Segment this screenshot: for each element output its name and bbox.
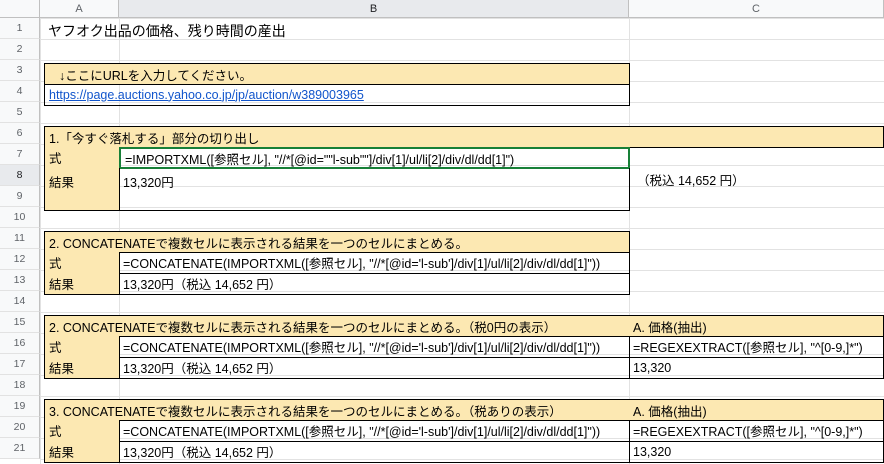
select-all-corner[interactable] [0, 0, 40, 18]
row-header-10[interactable]: 10 [0, 207, 40, 228]
section-1-formula-label[interactable]: 式 [44, 147, 120, 169]
row-header-15[interactable]: 15 [0, 312, 40, 333]
row-header-19[interactable]: 19 [0, 396, 40, 417]
section-3-heading-c[interactable]: A. 価格(抽出) [629, 315, 884, 337]
section-4-result-c[interactable]: 13,320 [629, 441, 884, 463]
row-header-13[interactable]: 13 [0, 270, 40, 291]
row-header-11[interactable]: 11 [0, 228, 40, 249]
row-header-3[interactable]: 3 [0, 60, 40, 81]
sheet-title[interactable]: ヤフオク出品の価格、残り時間の産出 [44, 18, 544, 44]
section-3-result-label[interactable]: 結果 [44, 357, 120, 379]
section-3-formula[interactable]: =CONCATENATE(IMPORTXML([参照セル], "//*[@id=… [119, 336, 630, 358]
url-link[interactable]: https://page.auctions.yahoo.co.jp/jp/auc… [49, 88, 364, 102]
section-2-result[interactable]: 13,320円（税込 14,652 円） [119, 273, 630, 295]
section-2-result-label[interactable]: 結果 [44, 273, 120, 295]
section-4-formula[interactable]: =CONCATENATE(IMPORTXML([参照セル], "//*[@id=… [119, 420, 630, 442]
row-header-7[interactable]: 7 [0, 144, 40, 165]
section-3-formula-c[interactable]: =REGEXEXTRACT([参照セル], "^[0-9,]*") [629, 336, 884, 358]
row-header-2[interactable]: 2 [0, 39, 40, 60]
row-header-17[interactable]: 17 [0, 354, 40, 375]
section-1-result-label[interactable]: 結果 [44, 168, 120, 211]
section-4-heading[interactable]: 3. CONCATENATEで複数セルに表示される結果を一つのセルにまとめる。（… [44, 399, 630, 421]
row-header-18[interactable]: 18 [0, 375, 40, 396]
section-4-heading-c[interactable]: A. 価格(抽出) [629, 399, 884, 421]
row-header-8[interactable]: 8 [0, 165, 40, 186]
section-1-result[interactable]: 13,320円 [119, 168, 630, 211]
section-2-formula-label[interactable]: 式 [44, 252, 120, 274]
row-header-6[interactable]: 6 [0, 123, 40, 144]
section-3-result-c[interactable]: 13,320 [629, 357, 884, 379]
column-header-c[interactable]: C [629, 0, 884, 18]
section-4-formula-label[interactable]: 式 [44, 420, 120, 442]
row-header-14[interactable]: 14 [0, 291, 40, 312]
spreadsheet[interactable]: A B C 1 2 3 4 5 6 7 8 9 10 11 12 13 14 15 16 17 18 19 20 21 … [0, 0, 884, 464]
row-header-5[interactable]: 5 [0, 102, 40, 123]
row-header-20[interactable]: 20 [0, 417, 40, 438]
row-header-16[interactable]: 16 [0, 333, 40, 354]
row-header-1[interactable]: 1 [0, 18, 40, 39]
url-cell[interactable]: https://page.auctions.yahoo.co.jp/jp/auc… [44, 84, 630, 106]
section-2-formula[interactable]: =CONCATENATE(IMPORTXML([参照セル], "//*[@id=… [119, 252, 630, 274]
column-header-b[interactable]: B [119, 0, 629, 18]
column-header-a[interactable]: A [40, 0, 119, 18]
section-4-formula-c[interactable]: =REGEXEXTRACT([参照セル], "^[0-9,]*") [629, 420, 884, 442]
row-header-21[interactable]: 21 [0, 438, 40, 459]
section-2-heading[interactable]: 2. CONCATENATEで複数セルに表示される結果を一つのセルにまとめる。 [44, 231, 630, 253]
row-header-4[interactable]: 4 [0, 81, 40, 102]
row-header-9[interactable]: 9 [0, 186, 40, 207]
section-1-formula[interactable]: =IMPORTXML([参照セル], "//*[@id=""l-sub""]/d… [119, 147, 630, 169]
section-3-heading[interactable]: 2. CONCATENATEで複数セルに表示される結果を一つのセルにまとめる。（… [44, 315, 630, 337]
section-1-heading[interactable]: 1.「今すぐ落札する」部分の切り出し [44, 126, 884, 148]
section-3-result[interactable]: 13,320円（税込 14,652 円） [119, 357, 630, 379]
section-1-result-extra[interactable]: （税込 14,652 円） [629, 168, 884, 190]
section-3-formula-label[interactable]: 式 [44, 336, 120, 358]
section-4-result-label[interactable]: 結果 [44, 441, 120, 463]
url-prompt[interactable]: ↓ここにURLを入力してください。 [44, 63, 630, 85]
section-4-result[interactable]: 13,320円（税込 14,652 円） [119, 441, 630, 463]
row-header-12[interactable]: 12 [0, 249, 40, 270]
